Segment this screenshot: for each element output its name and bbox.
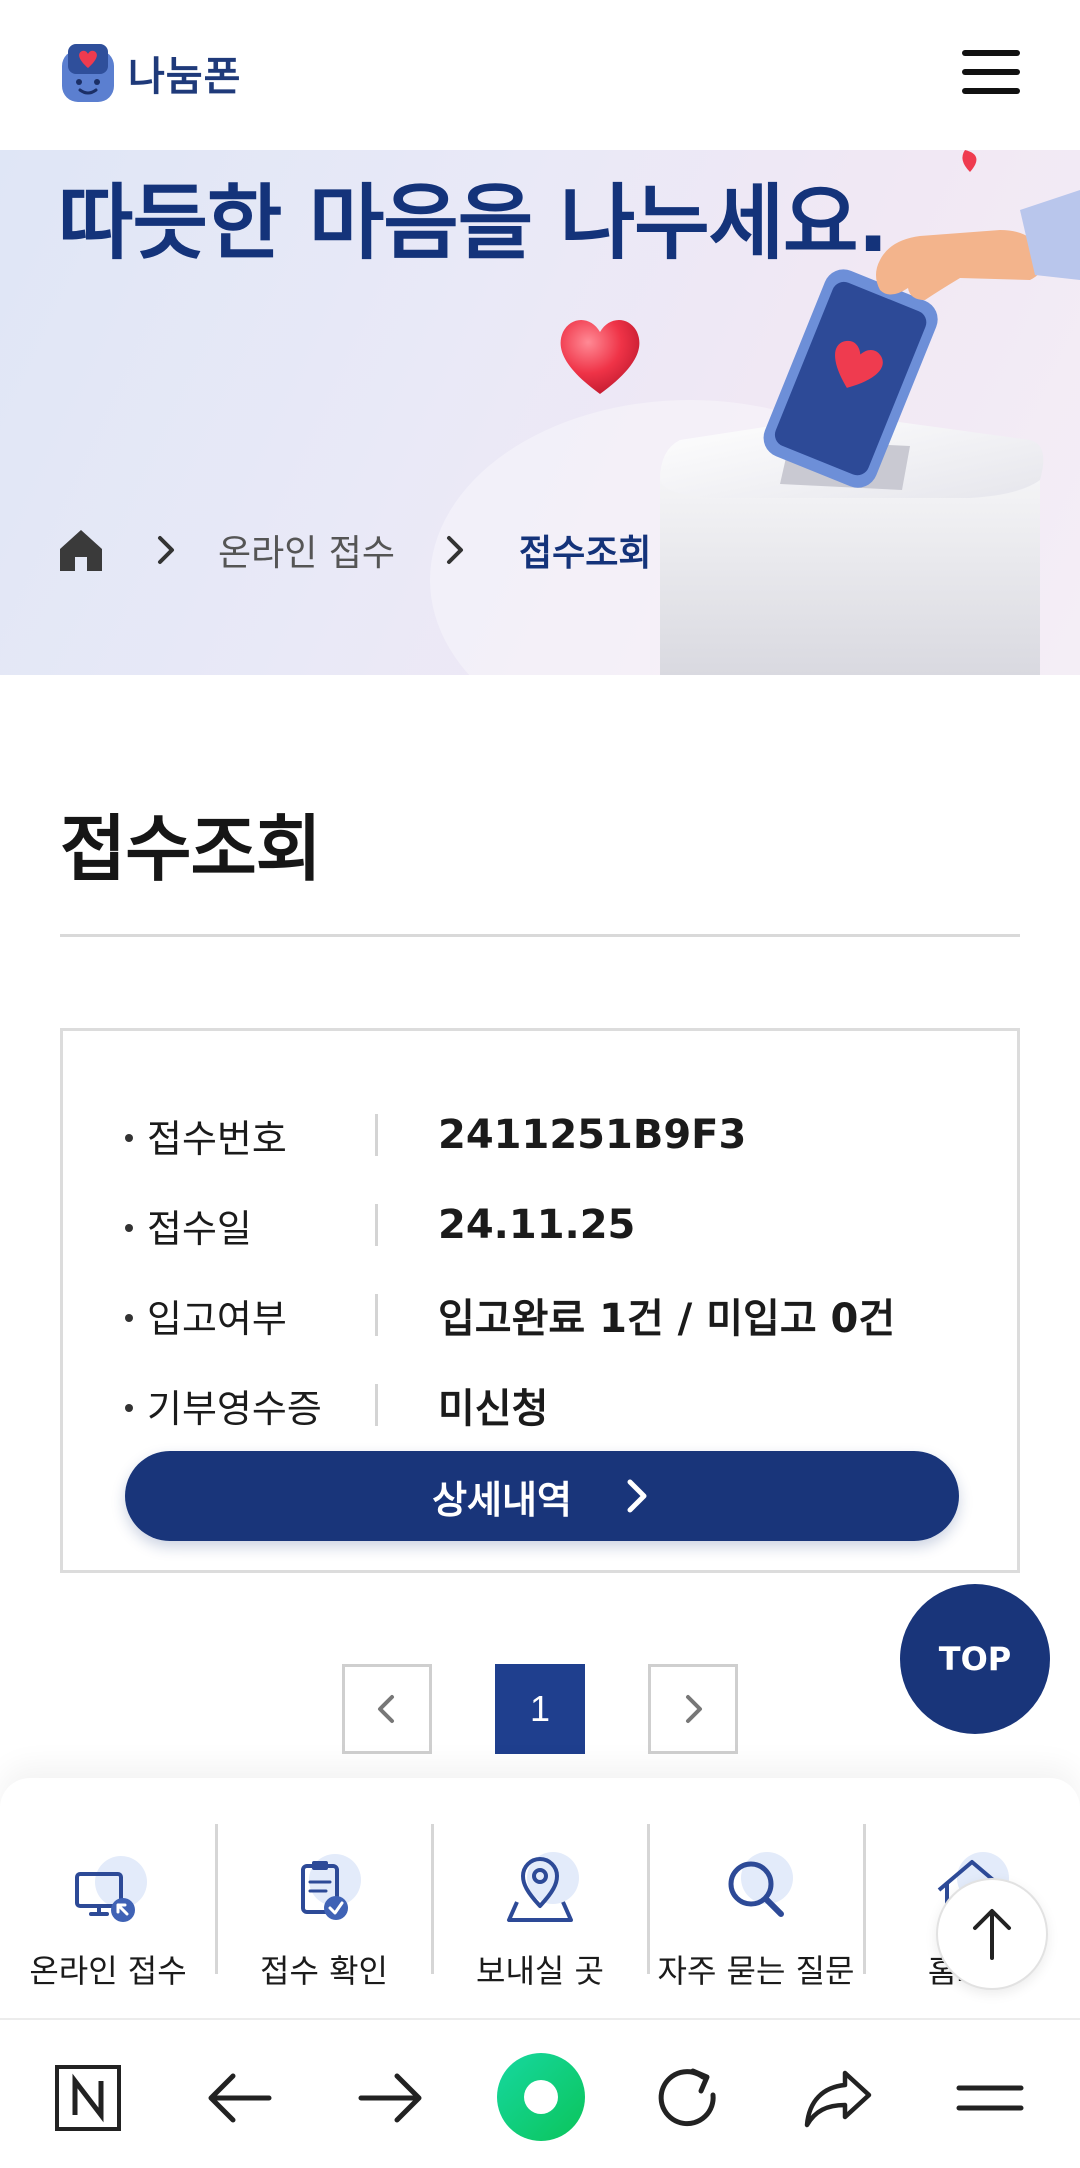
quick-nav-send-address[interactable]: 보내실 곳 xyxy=(432,1778,648,2018)
logo-text: 나눔폰 xyxy=(128,54,242,100)
heart-icon xyxy=(555,310,645,402)
row-label: 접수번호 xyxy=(123,1108,375,1163)
donation-box-illustration xyxy=(640,150,1080,675)
menu-icon[interactable] xyxy=(950,2058,1030,2138)
breadcrumb: 온라인 접수 접수조회 xyxy=(58,524,652,576)
row-divider xyxy=(375,1384,378,1426)
row-value: 미신청 xyxy=(438,1386,549,1432)
breadcrumb-current: 접수조회 xyxy=(519,533,652,574)
back-arrow-icon[interactable] xyxy=(200,2058,280,2138)
receipt-info-card: 접수번호 2411251B9F3 접수일 24.11.25 입고여부 입고완료 … xyxy=(60,1028,1020,1573)
row-divider xyxy=(375,1114,378,1156)
quick-nav-label: 온라인 접수 xyxy=(29,1952,187,1990)
naver-n-icon[interactable] xyxy=(48,2058,128,2138)
row-label: 입고여부 xyxy=(123,1288,375,1343)
pagination-next-button[interactable] xyxy=(648,1664,738,1754)
chevron-left-icon xyxy=(378,1695,394,1723)
computer-icon xyxy=(75,1856,147,1922)
row-value: 입고완료 1건 / 미입고 0건 xyxy=(438,1296,896,1342)
pagination-page-current[interactable]: 1 xyxy=(495,1664,585,1754)
breadcrumb-online-apply[interactable]: 온라인 접수 xyxy=(218,524,395,576)
info-row-donation-receipt: 기부영수증 미신청 xyxy=(123,1375,983,1435)
scroll-top-button[interactable]: TOP xyxy=(900,1584,1050,1734)
title-divider xyxy=(60,934,1020,937)
page-title: 접수조회 xyxy=(60,807,322,891)
pagination-prev-button[interactable] xyxy=(342,1664,432,1754)
quick-nav-label: 접수 확인 xyxy=(260,1952,388,1990)
clipboard-check-icon xyxy=(301,1854,361,1920)
info-row-receipt-number: 접수번호 2411251B9F3 xyxy=(123,1105,983,1165)
logo-icon xyxy=(58,40,118,106)
browser-toolbar xyxy=(0,2018,1080,2168)
forward-arrow-icon[interactable] xyxy=(350,2058,430,2138)
reload-icon[interactable] xyxy=(648,2058,728,2138)
detail-button-label: 상세내역 xyxy=(432,1477,572,1522)
chevron-right-icon xyxy=(686,1695,702,1723)
home-icon[interactable] xyxy=(58,527,104,573)
quick-nav-bar: 온라인 접수 접수 확인 보내실 곳 자주 묻는 질문 xyxy=(0,1778,1080,2018)
chevron-right-icon xyxy=(627,1479,647,1513)
row-value: 24.11.25 xyxy=(438,1202,636,1248)
scroll-up-button[interactable] xyxy=(936,1878,1048,1990)
site-logo[interactable]: 나눔폰 xyxy=(58,40,241,106)
chevron-right-icon xyxy=(447,536,464,564)
hero-banner: 따듯한 마음을 나누세요. 온라인 접수 접수조회 xyxy=(0,150,1080,675)
map-pin-icon xyxy=(507,1852,579,1922)
site-header: 나눔폰 xyxy=(0,0,1080,150)
quick-nav-online-apply[interactable]: 온라인 접수 xyxy=(0,1778,216,2018)
row-divider xyxy=(375,1294,378,1336)
row-label: 기부영수증 xyxy=(123,1378,375,1433)
chevron-right-icon xyxy=(158,536,174,564)
quick-nav-label: 자주 묻는 질문 xyxy=(657,1952,855,1990)
arrow-up-icon xyxy=(973,1909,1011,1960)
search-icon xyxy=(728,1852,793,1917)
detail-button[interactable]: 상세내역 xyxy=(125,1451,959,1541)
quick-nav-faq[interactable]: 자주 묻는 질문 xyxy=(648,1778,864,2018)
row-label: 접수일 xyxy=(123,1198,375,1253)
info-row-receipt-date: 접수일 24.11.25 xyxy=(123,1195,983,1255)
green-home-dot-icon[interactable] xyxy=(496,2052,586,2142)
share-icon[interactable] xyxy=(798,2058,878,2138)
row-divider xyxy=(375,1204,378,1246)
info-row-stock-status: 입고여부 입고완료 1건 / 미입고 0건 xyxy=(123,1285,983,1345)
hamburger-menu-icon[interactable] xyxy=(962,50,1020,98)
quick-nav-label: 보내실 곳 xyxy=(476,1952,604,1990)
row-value: 2411251B9F3 xyxy=(438,1112,747,1158)
quick-nav-check-receipt[interactable]: 접수 확인 xyxy=(216,1778,432,2018)
